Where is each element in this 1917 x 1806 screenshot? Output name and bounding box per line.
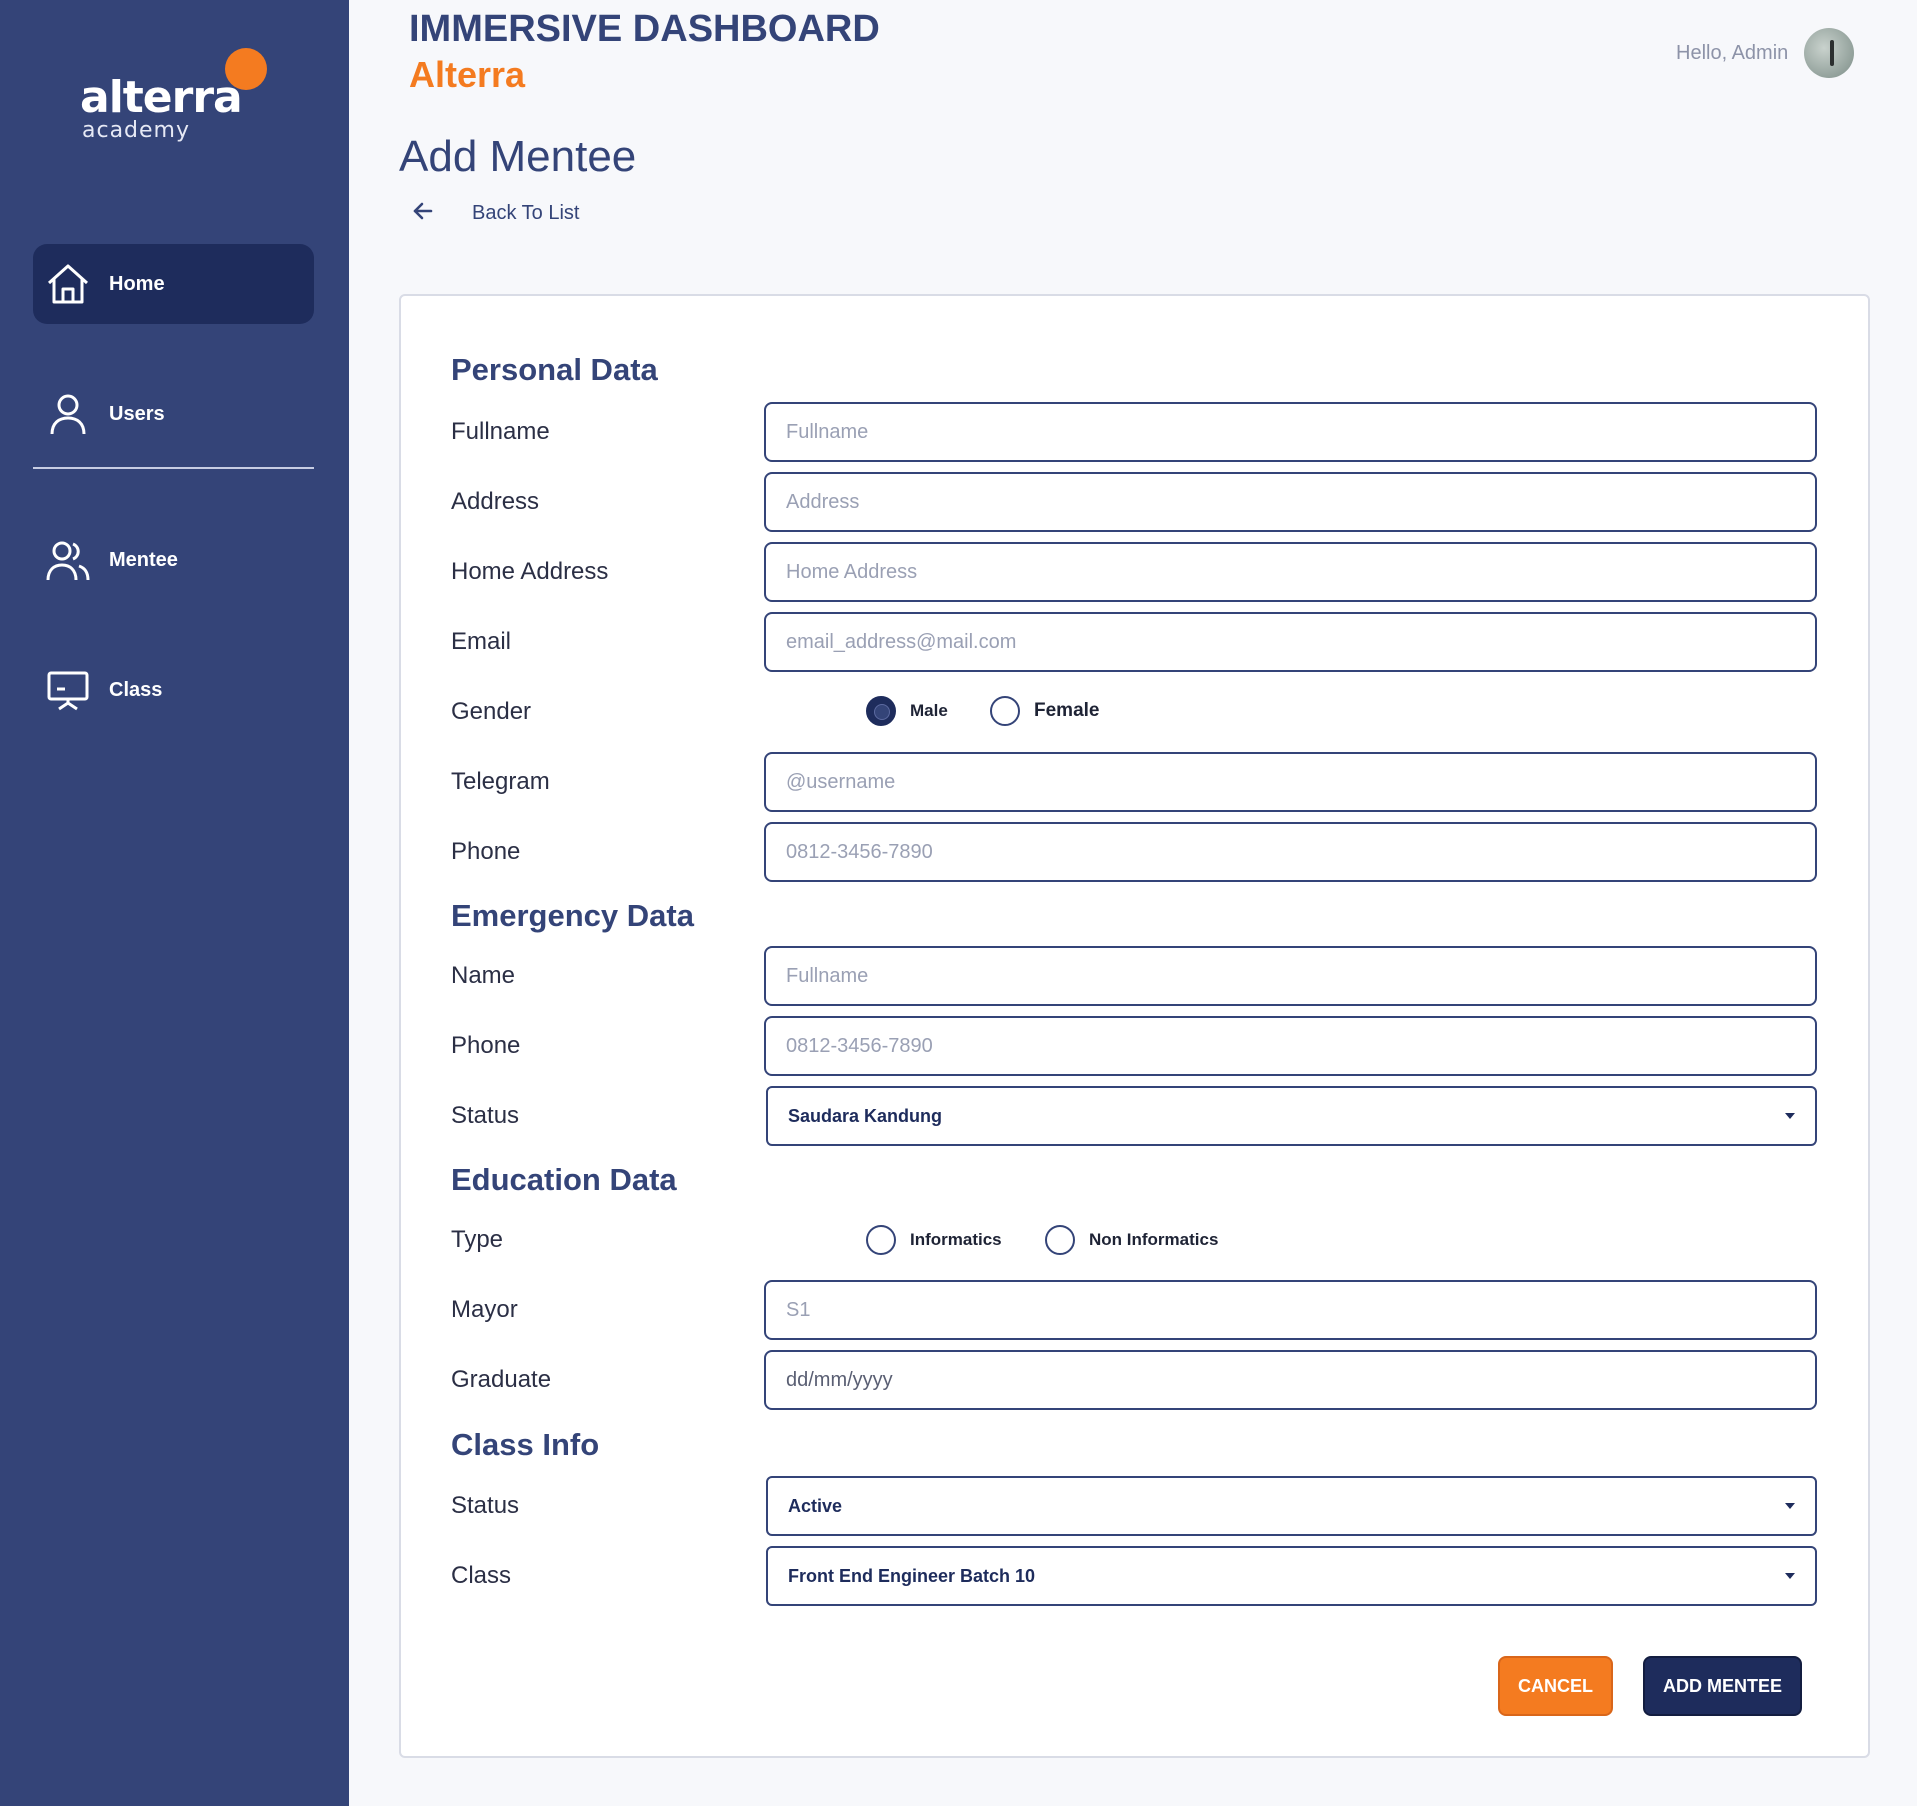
phone-input[interactable]: 0812-3456-7890 xyxy=(764,822,1817,882)
user-icon xyxy=(45,391,91,437)
type-option-informatics[interactable]: Informatics xyxy=(866,1225,1002,1255)
caret-down-icon xyxy=(1785,1113,1795,1119)
mayor-input[interactable]: S1 xyxy=(764,1280,1817,1340)
logo-sub: academy xyxy=(82,118,191,143)
section-title-education: Education Data xyxy=(451,1162,677,1197)
graduate-value: dd/mm/yyyy xyxy=(786,1368,893,1391)
user-greeting: Hello, Admin xyxy=(1676,42,1789,64)
gender-option-male[interactable]: Male xyxy=(866,696,948,726)
sidebar-item-users[interactable]: Users xyxy=(33,374,314,454)
caret-down-icon xyxy=(1785,1573,1795,1579)
label-gender: Gender xyxy=(451,698,532,725)
label-address: Address xyxy=(451,488,540,515)
class-select[interactable]: Front End Engineer Batch 10 xyxy=(766,1546,1817,1606)
cancel-button[interactable]: CANCEL xyxy=(1498,1656,1613,1716)
home-icon xyxy=(45,261,91,307)
graduate-date-input[interactable]: dd/mm/yyyy xyxy=(764,1350,1817,1410)
sidebar: alterra academy Home Users Mentee Class xyxy=(0,0,349,1806)
address-placeholder: Address xyxy=(786,490,860,513)
users-group-icon xyxy=(45,537,91,583)
section-title-emergency: Emergency Data xyxy=(451,898,694,933)
class-value: Front End Engineer Batch 10 xyxy=(788,1565,1036,1586)
caret-down-icon xyxy=(1785,1503,1795,1509)
fullname-input[interactable]: Fullname xyxy=(764,402,1817,462)
label-telegram: Telegram xyxy=(451,768,550,795)
alterra-academy-logo: alterra academy xyxy=(80,48,280,148)
sidebar-item-home[interactable]: Home xyxy=(33,244,314,324)
sidebar-item-label: Mentee xyxy=(109,548,178,571)
label-fullname: Fullname xyxy=(451,418,550,445)
type-option-non-informatics[interactable]: Non Informatics xyxy=(1045,1225,1218,1255)
mayor-placeholder: S1 xyxy=(786,1298,811,1321)
emergency-name-placeholder: Fullname xyxy=(786,964,869,987)
page-title: Add Mentee xyxy=(399,132,637,181)
label-emergency-name: Name xyxy=(451,962,516,989)
label-mayor: Mayor xyxy=(451,1296,518,1323)
label-graduate: Graduate xyxy=(451,1366,552,1393)
emergency-phone-input[interactable]: 0812-3456-7890 xyxy=(764,1016,1817,1076)
home-address-placeholder: Home Address xyxy=(786,560,918,583)
label-class-status: Status xyxy=(451,1492,520,1519)
email-input[interactable]: email_address@mail.com xyxy=(764,612,1817,672)
class-status-select[interactable]: Active xyxy=(766,1476,1817,1536)
back-to-list-link[interactable]: Back To List xyxy=(410,198,579,229)
home-address-input[interactable]: Home Address xyxy=(764,542,1817,602)
fullname-placeholder: Fullname xyxy=(786,420,869,443)
radio-non-informatics[interactable] xyxy=(1045,1225,1075,1255)
class-status-value: Active xyxy=(788,1495,843,1516)
radio-label-male: Male xyxy=(910,701,948,720)
radio-label-female: Female xyxy=(1034,700,1100,721)
phone-placeholder: 0812-3456-7890 xyxy=(786,840,933,863)
label-home-address: Home Address xyxy=(451,558,609,585)
sidebar-item-label: Class xyxy=(109,678,163,701)
section-title-personal: Personal Data xyxy=(451,352,658,387)
app-subtitle: Alterra xyxy=(409,54,526,95)
radio-female[interactable] xyxy=(990,696,1020,726)
telegram-input[interactable]: @username xyxy=(764,752,1817,812)
back-label: Back To List xyxy=(472,202,580,224)
radio-label-non-informatics: Non Informatics xyxy=(1089,1230,1219,1249)
app-title: IMMERSIVE DASHBOARD xyxy=(409,8,880,50)
arrow-left-icon xyxy=(410,198,436,229)
label-email: Email xyxy=(451,628,512,655)
radio-informatics[interactable] xyxy=(866,1225,896,1255)
logo-word: alterra xyxy=(80,72,243,123)
radio-male[interactable] xyxy=(866,696,896,726)
label-education-type: Type xyxy=(451,1226,504,1253)
radio-label-informatics: Informatics xyxy=(910,1230,1002,1249)
emergency-status-select[interactable]: Saudara Kandung xyxy=(766,1086,1817,1146)
address-input[interactable]: Address xyxy=(764,472,1817,532)
emergency-status-value: Saudara Kandung xyxy=(788,1105,943,1126)
section-title-class-info: Class Info xyxy=(451,1427,600,1462)
presentation-icon xyxy=(45,667,91,713)
emergency-phone-placeholder: 0812-3456-7890 xyxy=(786,1034,933,1057)
sidebar-item-mentee[interactable]: Mentee xyxy=(33,520,314,600)
sidebar-item-label: Users xyxy=(109,402,165,425)
sidebar-item-label: Home xyxy=(109,272,165,295)
email-placeholder: email_address@mail.com xyxy=(786,630,1017,653)
add-mentee-button[interactable]: ADD MENTEE xyxy=(1643,1656,1802,1716)
label-phone: Phone xyxy=(451,838,521,865)
label-class: Class xyxy=(451,1562,512,1589)
sidebar-divider xyxy=(33,467,314,469)
gender-option-female[interactable]: Female xyxy=(990,696,1099,726)
avatar[interactable] xyxy=(1804,28,1854,78)
sidebar-item-class[interactable]: Class xyxy=(33,650,314,730)
label-emergency-phone: Phone xyxy=(451,1032,521,1059)
label-emergency-status: Status xyxy=(451,1102,520,1129)
emergency-name-input[interactable]: Fullname xyxy=(764,946,1817,1006)
telegram-placeholder: @username xyxy=(786,770,896,793)
